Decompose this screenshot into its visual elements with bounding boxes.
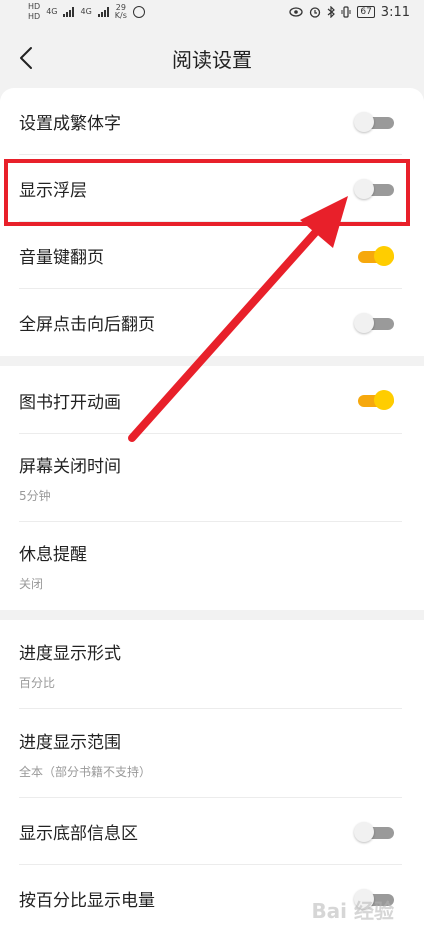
setting-row-bottom-info[interactable]: 显示底部信息区 xyxy=(0,798,424,865)
battery-icon: 67 xyxy=(357,6,375,18)
status-bar: HD HD 4G 4G 29 K/s 67 3:11 xyxy=(0,0,424,24)
chevron-left-icon xyxy=(20,47,32,69)
alarm-icon xyxy=(310,7,321,18)
setting-row-progress-range[interactable]: 进度显示范围 全本（部分书籍不支持） xyxy=(0,709,424,798)
network-type-1: HD xyxy=(28,2,41,11)
bluetooth-icon xyxy=(327,6,336,18)
setting-row-volume-key-page[interactable]: 音量键翻页 xyxy=(0,222,424,289)
setting-label: 音量键翻页 xyxy=(19,248,104,268)
setting-row-book-open-animation[interactable]: 图书打开动画 xyxy=(0,366,424,434)
status-time: 3:11 xyxy=(380,4,410,20)
setting-row-rest-reminder[interactable]: 休息提醒 关闭 xyxy=(0,522,424,610)
setting-label: 休息提醒 xyxy=(19,545,87,565)
setting-row-traditional-chinese[interactable]: 设置成繁体字 xyxy=(0,88,424,155)
setting-row-screen-off-time[interactable]: 屏幕关闭时间 5分钟 xyxy=(0,434,424,522)
setting-label: 屏幕关闭时间 xyxy=(19,457,121,477)
settings-group-1: 设置成繁体字 显示浮层 音量键翻页 全屏点击向后翻页 xyxy=(0,88,424,356)
setting-row-progress-format[interactable]: 进度显示形式 百分比 xyxy=(0,620,424,709)
setting-label: 图书打开动画 xyxy=(19,392,121,413)
signal-icon-1 xyxy=(63,7,75,17)
status-left: HD HD 4G 4G 29 K/s xyxy=(28,3,145,21)
net-speed-unit: K/s xyxy=(114,11,127,20)
signal-icon-2 xyxy=(97,7,109,17)
show-overlay-toggle[interactable] xyxy=(354,178,394,199)
setting-label: 进度显示形式 xyxy=(19,643,121,664)
vibrate-icon xyxy=(341,6,351,18)
bottom-info-toggle[interactable] xyxy=(354,821,394,842)
back-button[interactable] xyxy=(8,38,44,78)
book-open-animation-toggle[interactable] xyxy=(354,390,394,410)
traditional-chinese-toggle[interactable] xyxy=(354,111,394,132)
eye-icon xyxy=(289,7,303,17)
app-notification-icon xyxy=(132,6,145,18)
status-right: 67 3:11 xyxy=(289,5,410,20)
setting-label: 显示浮层 xyxy=(19,181,87,201)
watermark: Bai 经验 xyxy=(311,899,394,923)
page-header: 阅读设置 xyxy=(0,28,424,88)
fullscreen-tap-toggle[interactable] xyxy=(354,312,394,333)
setting-value: 百分比 xyxy=(19,675,56,690)
setting-label: 按百分比显示电量 xyxy=(19,891,155,911)
network-type-2: HD xyxy=(28,12,41,21)
setting-label: 全屏点击向后翻页 xyxy=(19,315,155,335)
setting-value: 5分钟 xyxy=(19,489,51,503)
setting-label: 显示底部信息区 xyxy=(19,824,138,844)
setting-row-fullscreen-tap[interactable]: 全屏点击向后翻页 xyxy=(0,289,424,356)
volume-key-page-toggle[interactable] xyxy=(354,245,394,266)
settings-group-2: 图书打开动画 屏幕关闭时间 5分钟 休息提醒 关闭 xyxy=(0,366,424,610)
setting-label: 进度显示范围 xyxy=(19,732,121,753)
setting-row-show-overlay[interactable]: 显示浮层 xyxy=(0,155,424,222)
network-4g-2: 4G xyxy=(80,7,92,16)
setting-label: 设置成繁体字 xyxy=(19,114,121,134)
setting-value: 全本（部分书籍不支持） xyxy=(19,764,152,779)
page-title: 阅读设置 xyxy=(172,47,252,72)
network-4g-1: 4G xyxy=(46,7,58,16)
setting-value: 关闭 xyxy=(19,577,44,591)
